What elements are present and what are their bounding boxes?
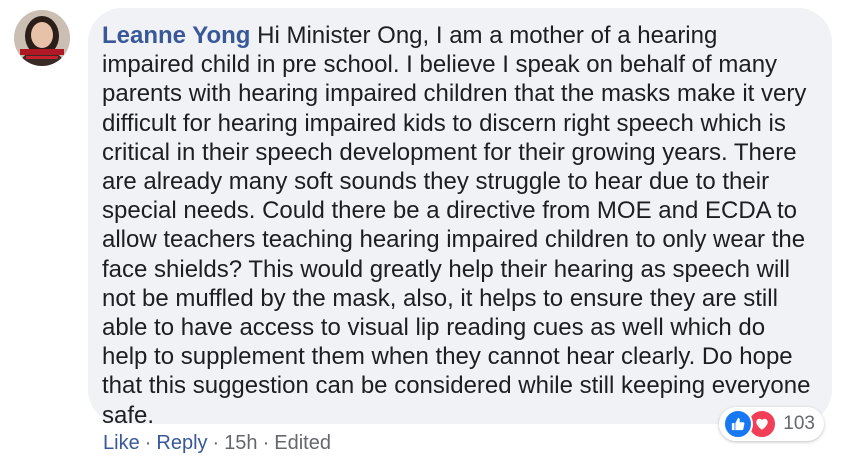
avatar-image (14, 10, 70, 66)
comment-body: Hi Minister Ong, I am a mother of a hear… (102, 22, 811, 429)
author-name-link[interactable]: Leanne Yong (102, 22, 250, 49)
reply-button[interactable]: Reply (156, 432, 207, 454)
separator: · (144, 432, 152, 454)
separator: · (212, 432, 220, 454)
avatar[interactable] (14, 10, 70, 66)
reaction-count: 103 (783, 413, 815, 434)
comment-bubble: Leanne Yong Hi Minister Ong, I am a moth… (88, 8, 832, 441)
like-button[interactable]: Like (103, 432, 140, 454)
comment-text: Leanne Yong Hi Minister Ong, I am a moth… (102, 21, 812, 430)
comment-actions: Like · Reply · 15h · Edited (103, 432, 331, 455)
comment-container: Leanne Yong Hi Minister Ong, I am a moth… (0, 0, 864, 464)
like-icon (723, 409, 754, 439)
timestamp[interactable]: 15h (224, 432, 257, 454)
reaction-icons (723, 409, 778, 439)
reactions-summary[interactable]: 103 (719, 407, 824, 441)
separator: · (262, 432, 270, 454)
edited-label[interactable]: Edited (274, 432, 331, 454)
